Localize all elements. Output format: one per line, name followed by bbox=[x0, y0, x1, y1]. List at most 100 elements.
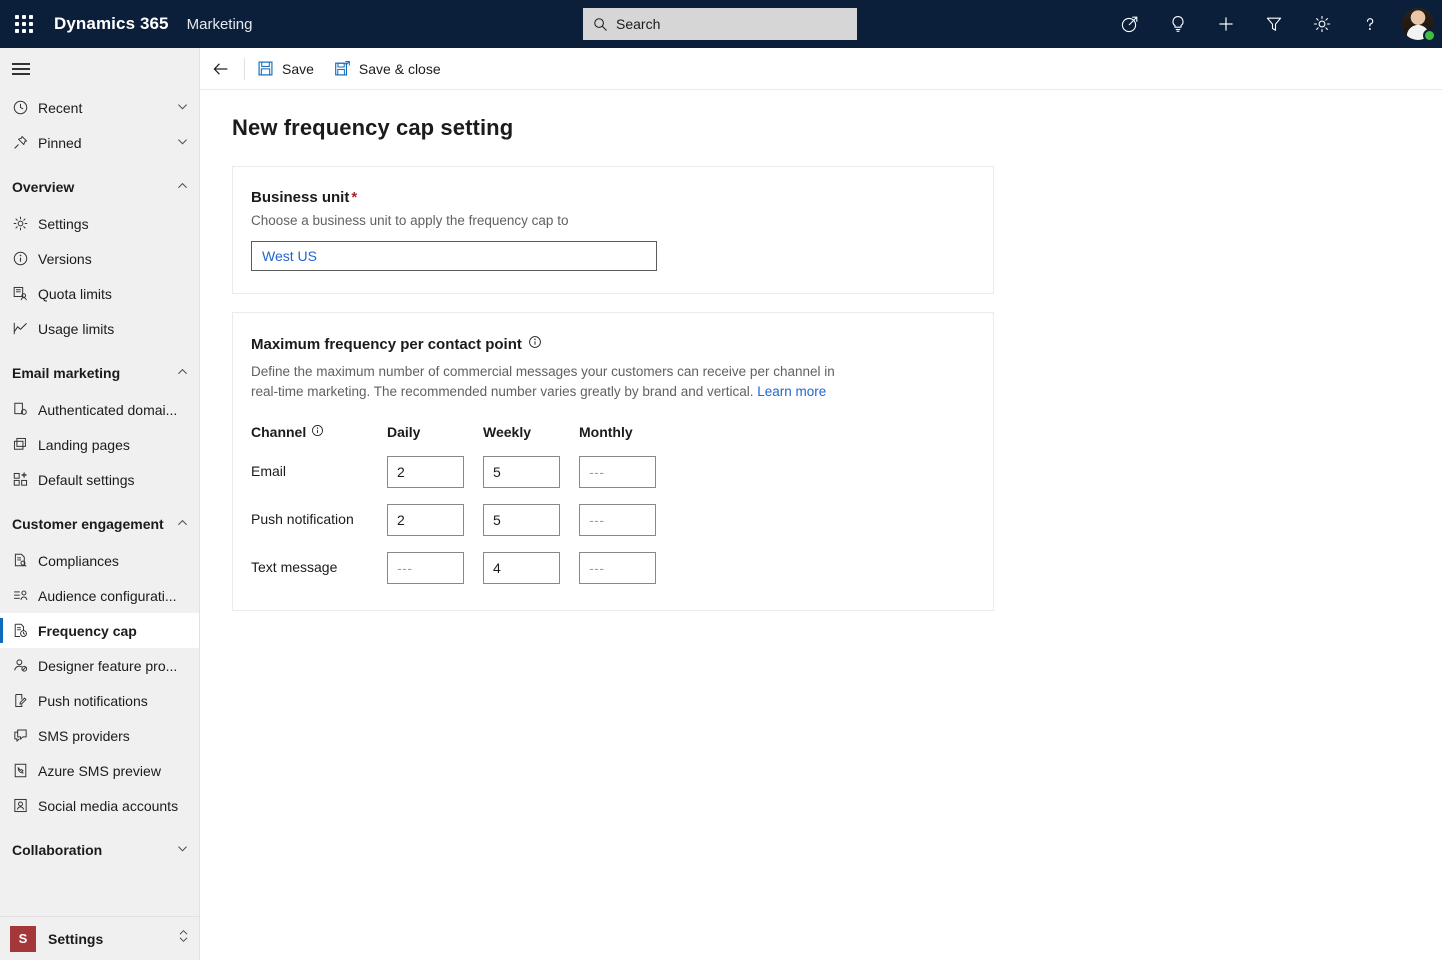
max-frequency-header: Maximum frequency per contact point bbox=[251, 335, 975, 354]
compliance-icon bbox=[12, 552, 38, 569]
search-box[interactable]: Search bbox=[583, 8, 857, 40]
insights-button[interactable] bbox=[1154, 0, 1202, 48]
weekly-input-email[interactable]: 5 bbox=[483, 456, 560, 488]
cell-weekly: 4 bbox=[483, 552, 579, 584]
sidebar-item-designer-feature-protection[interactable]: Designer feature pro... bbox=[0, 648, 199, 683]
trial-upgrade-button[interactable] bbox=[1106, 0, 1154, 48]
daily-input-push[interactable]: 2 bbox=[387, 504, 464, 536]
sidebar-group-customer-engagement[interactable]: Customer engagement bbox=[0, 505, 199, 543]
chevron-up-icon bbox=[176, 365, 189, 381]
info-icon[interactable] bbox=[528, 335, 542, 354]
row-channel-name: Push notification bbox=[251, 504, 387, 552]
app-switcher[interactable]: S Settings bbox=[0, 916, 200, 960]
monthly-value-text: --- bbox=[589, 560, 605, 576]
sidebar-item-quota-limits[interactable]: Quota limits bbox=[0, 276, 199, 311]
sidebar-item-label: Usage limits bbox=[38, 321, 189, 337]
column-header-daily: Daily bbox=[387, 424, 483, 456]
business-unit-lookup-input[interactable]: West US bbox=[251, 241, 657, 271]
quick-create-button[interactable] bbox=[1202, 0, 1250, 48]
waffle-icon bbox=[15, 15, 33, 33]
sidebar-group-overview[interactable]: Overview bbox=[0, 168, 199, 206]
column-header-channel: Channel bbox=[251, 424, 387, 456]
daily-input-text[interactable]: --- bbox=[387, 552, 464, 584]
frequency-table-header-row: Channel Daily Weekly Mont bbox=[251, 424, 675, 456]
cell-monthly: --- bbox=[579, 504, 675, 552]
app-name[interactable]: Marketing bbox=[187, 16, 253, 33]
sidebar-item-push-notifications[interactable]: Push notifications bbox=[0, 683, 199, 718]
save-and-close-button[interactable]: Save & close bbox=[324, 48, 451, 90]
presence-badge bbox=[1423, 29, 1436, 42]
chevron-down-icon bbox=[176, 135, 189, 151]
cell-monthly: --- bbox=[579, 552, 675, 584]
lightbulb-icon bbox=[1168, 14, 1188, 34]
sidebar-group-label: Customer engagement bbox=[12, 516, 176, 532]
sidebar-item-pinned[interactable]: Pinned bbox=[0, 125, 199, 160]
help-button[interactable] bbox=[1346, 0, 1394, 48]
required-marker: * bbox=[351, 189, 357, 206]
sidebar-group-collaboration[interactable]: Collaboration bbox=[0, 831, 199, 869]
sidebar-item-frequency-cap[interactable]: Frequency cap bbox=[0, 613, 199, 648]
chevron-up-icon bbox=[176, 516, 189, 532]
daily-value-email: 2 bbox=[397, 464, 405, 480]
app-launcher-button[interactable] bbox=[0, 0, 48, 48]
back-button[interactable] bbox=[200, 48, 242, 90]
monthly-input-text[interactable]: --- bbox=[579, 552, 656, 584]
search-placeholder: Search bbox=[616, 16, 660, 32]
sidebar-item-compliances[interactable]: Compliances bbox=[0, 543, 199, 578]
sidebar-item-social-media-accounts[interactable]: Social media accounts bbox=[0, 788, 199, 823]
cell-daily: 2 bbox=[387, 504, 483, 552]
filter-button[interactable] bbox=[1250, 0, 1298, 48]
app-switcher-label: Settings bbox=[48, 931, 177, 947]
sidebar-item-landing-pages[interactable]: Landing pages bbox=[0, 427, 199, 462]
sidebar-item-default-settings[interactable]: Default settings bbox=[0, 462, 199, 497]
sidebar-item-label: Push notifications bbox=[38, 693, 189, 709]
filter-icon bbox=[1264, 14, 1284, 34]
sidebar-item-azure-sms-preview[interactable]: Azure SMS preview bbox=[0, 753, 199, 788]
save-button[interactable]: Save bbox=[247, 48, 324, 90]
weekly-input-text[interactable]: 4 bbox=[483, 552, 560, 584]
avatar bbox=[1402, 8, 1434, 40]
info-icon bbox=[12, 250, 38, 267]
sidebar-item-recent[interactable]: Recent bbox=[0, 90, 199, 125]
brand-title[interactable]: Dynamics 365 bbox=[54, 14, 169, 34]
monthly-input-push[interactable]: --- bbox=[579, 504, 656, 536]
sidebar-item-audience-configuration[interactable]: Audience configurati... bbox=[0, 578, 199, 613]
learn-more-link[interactable]: Learn more bbox=[757, 384, 826, 399]
channel-label: Text message bbox=[251, 559, 337, 575]
info-icon[interactable] bbox=[311, 424, 324, 440]
sidebar-item-label: Social media accounts bbox=[38, 798, 189, 814]
pin-icon bbox=[12, 134, 38, 151]
command-separator bbox=[244, 58, 245, 80]
daily-value-push: 2 bbox=[397, 512, 405, 528]
monthly-input-email[interactable]: --- bbox=[579, 456, 656, 488]
help-icon bbox=[1360, 14, 1380, 34]
monthly-value-push: --- bbox=[589, 512, 605, 528]
command-bar: Save Save & close bbox=[200, 48, 1442, 90]
settings-button[interactable] bbox=[1298, 0, 1346, 48]
clock-icon bbox=[12, 99, 38, 116]
sidebar-item-settings[interactable]: Settings bbox=[0, 206, 199, 241]
daily-input-email[interactable]: 2 bbox=[387, 456, 464, 488]
sidebar-item-versions[interactable]: Versions bbox=[0, 241, 199, 276]
sidebar-group-label: Email marketing bbox=[12, 365, 176, 381]
frequency-table-head: Channel Daily Weekly Mont bbox=[251, 424, 675, 456]
weekly-input-push[interactable]: 5 bbox=[483, 504, 560, 536]
sidebar-item-label: Compliances bbox=[38, 553, 189, 569]
sidebar-item-authenticated-domains[interactable]: Authenticated domai... bbox=[0, 392, 199, 427]
sidebar-group-label: Overview bbox=[12, 179, 176, 195]
sidebar-item-label: Recent bbox=[38, 100, 176, 116]
sidebar-item-usage-limits[interactable]: Usage limits bbox=[0, 311, 199, 346]
column-header-channel-label: Channel bbox=[251, 424, 306, 440]
search-icon bbox=[593, 17, 608, 32]
sidebar-item-label: Versions bbox=[38, 251, 189, 267]
cell-daily: --- bbox=[387, 552, 483, 584]
weekly-value-push: 5 bbox=[493, 512, 501, 528]
user-avatar-button[interactable] bbox=[1394, 0, 1442, 48]
sidebar-item-sms-providers[interactable]: SMS providers bbox=[0, 718, 199, 753]
table-row: Push notification 2 5 --- bbox=[251, 504, 675, 552]
save-icon bbox=[257, 60, 274, 77]
nav-toggle-button[interactable] bbox=[0, 48, 199, 90]
chart-line-icon bbox=[12, 320, 38, 337]
sidebar-group-email-marketing[interactable]: Email marketing bbox=[0, 354, 199, 392]
chevron-down-icon bbox=[176, 842, 189, 858]
